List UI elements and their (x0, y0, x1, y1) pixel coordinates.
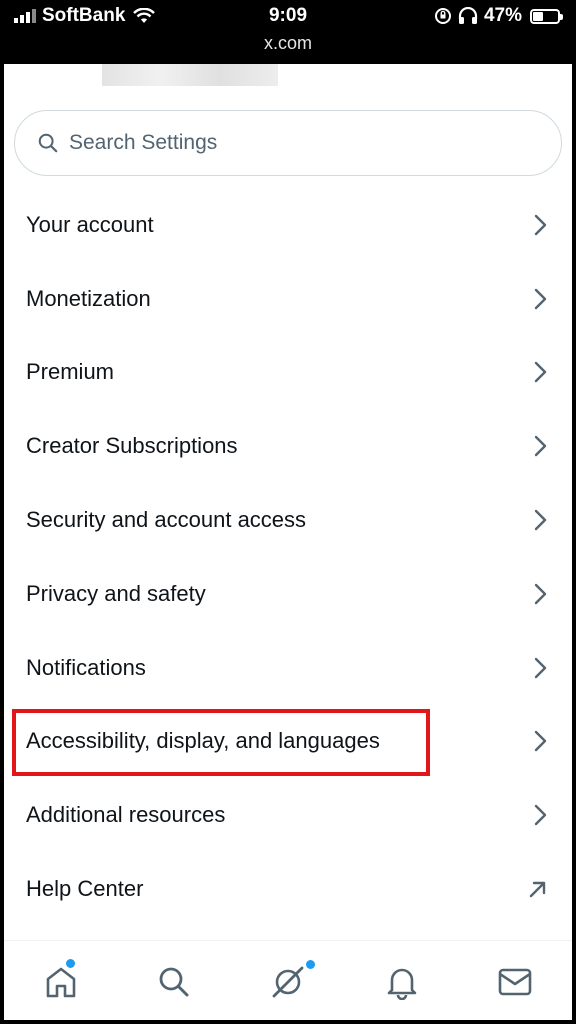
menu-item-additional-resources[interactable]: Additional resources (4, 778, 572, 852)
menu-item-label: Additional resources (26, 802, 226, 828)
mail-icon (498, 968, 532, 996)
menu-item-label: Monetization (26, 285, 151, 311)
external-link-icon (529, 881, 546, 898)
url-label[interactable]: x.com (0, 33, 576, 54)
orientation-lock-icon (434, 8, 451, 24)
menu-item-notifications[interactable]: Notifications (4, 631, 572, 705)
search-icon (159, 967, 189, 997)
menu-item-label: Security and account access (26, 507, 307, 533)
chevron-right-icon (534, 288, 547, 309)
menu-item-privacy[interactable]: Privacy and safety (4, 557, 572, 631)
menu-item-label: Notifications (26, 654, 146, 680)
menu-item-help-center[interactable]: Help Center (4, 852, 572, 926)
settings-screen: Your account Monetization Premium Creato… (4, 64, 572, 1020)
bottom-tab-bar (4, 944, 572, 1020)
menu-item-security[interactable]: Security and account access (4, 483, 572, 557)
menu-item-label: Privacy and safety (26, 580, 206, 606)
battery-level-fill (533, 11, 544, 21)
menu-item-monetization[interactable]: Monetization (4, 262, 572, 336)
chevron-right-icon (534, 436, 547, 457)
home-icon (46, 967, 76, 998)
search-input[interactable] (69, 131, 509, 155)
tabbar-divider (4, 940, 572, 941)
chevron-right-icon (534, 731, 547, 752)
search-bar[interactable] (14, 110, 562, 176)
menu-item-label: Your account (26, 211, 154, 237)
menu-item-creator-subscriptions[interactable]: Creator Subscriptions (4, 409, 572, 483)
search-icon (38, 133, 58, 153)
menu-item-premium[interactable]: Premium (4, 336, 572, 410)
grok-notification-dot (306, 960, 316, 969)
headphones-icon (458, 7, 478, 24)
battery-icon (530, 8, 563, 24)
chevron-right-icon (534, 214, 547, 236)
highlight-box (12, 709, 430, 776)
chevron-right-icon (534, 362, 547, 383)
grok-icon (272, 966, 304, 998)
menu-item-your-account[interactable]: Your account (4, 188, 572, 262)
bell-icon (387, 968, 416, 1000)
tab-notifications[interactable] (345, 944, 459, 1020)
blurred-header-text (102, 64, 278, 86)
chevron-right-icon (534, 583, 547, 605)
tab-grok[interactable] (231, 944, 345, 1020)
menu-item-label: Help Center (26, 876, 144, 902)
chevron-right-icon (534, 805, 547, 826)
settings-menu: Your account Monetization Premium Creato… (4, 188, 572, 926)
tab-search[interactable] (118, 944, 232, 1020)
home-notification-dot (66, 959, 75, 968)
menu-item-label: Premium (26, 359, 115, 385)
status-bar: SoftBank 9:09 x.com 47% (0, 0, 576, 64)
menu-item-label: Creator Subscriptions (26, 433, 238, 459)
tab-home[interactable] (4, 944, 118, 1020)
tab-messages[interactable] (458, 944, 572, 1020)
chevron-right-icon (534, 657, 547, 678)
battery-percent: 47% (483, 5, 522, 26)
chevron-right-icon (534, 509, 547, 531)
